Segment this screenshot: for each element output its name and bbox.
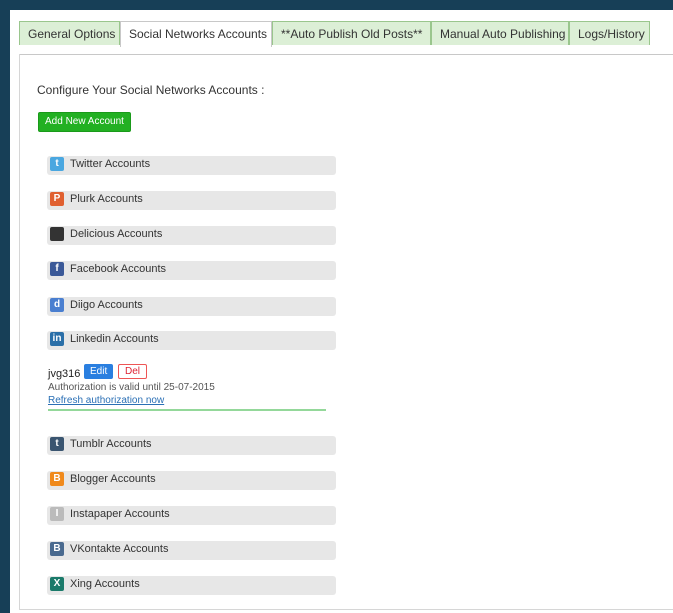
diigo-icon: d [50, 298, 64, 312]
tab-logs-history[interactable]: Logs/History [569, 21, 650, 45]
delicious-icon [50, 227, 64, 241]
account-section-instapaper[interactable]: I Instapaper Accounts [47, 506, 336, 525]
account-section-label: Delicious Accounts [70, 228, 163, 240]
account-section-label: VKontakte Accounts [70, 543, 169, 555]
tab-manual-auto-publishing[interactable]: Manual Auto Publishing [431, 21, 569, 45]
account-section-label: Xing Accounts [70, 578, 140, 590]
edit-account-button[interactable]: Edit [84, 364, 114, 379]
panel-heading: Configure Your Social Networks Accounts … [37, 83, 265, 97]
tab-social-networks-accounts[interactable]: Social Networks Accounts [120, 21, 272, 47]
account-section-label: Facebook Accounts [70, 263, 167, 275]
account-section-label: Twitter Accounts [70, 158, 151, 170]
account-section-twitter[interactable]: t Twitter Accounts [47, 156, 336, 175]
blogger-icon: B [50, 472, 64, 486]
authorization-note: Authorization is valid until 25-07-2015 [48, 382, 215, 393]
account-section-label: Linkedin Accounts [70, 333, 159, 345]
account-username: jvg316 [48, 368, 81, 380]
account-section-plurk[interactable]: P Plurk Accounts [47, 191, 336, 210]
tumblr-icon: t [50, 437, 64, 451]
account-section-blogger[interactable]: B Blogger Accounts [47, 471, 336, 490]
account-section-vkontakte[interactable]: B VKontakte Accounts [47, 541, 336, 560]
delete-account-button[interactable]: Del [118, 364, 148, 379]
social-accounts-panel: Configure Your Social Networks Accounts … [19, 54, 673, 610]
xing-icon: X [50, 577, 64, 591]
account-divider [48, 409, 326, 411]
instapaper-icon: I [50, 507, 64, 521]
add-new-account-button[interactable]: Add New Account [38, 112, 131, 132]
twitter-icon: t [50, 157, 64, 171]
account-section-diigo[interactable]: d Diigo Accounts [47, 297, 336, 316]
account-section-label: Blogger Accounts [70, 473, 156, 485]
linkedin-icon: in [50, 332, 64, 346]
account-section-facebook[interactable]: f Facebook Accounts [47, 261, 336, 280]
account-section-label: Tumblr Accounts [70, 438, 152, 450]
account-section-label: Plurk Accounts [70, 193, 143, 205]
facebook-icon: f [50, 262, 64, 276]
account-section-label: Diigo Accounts [70, 299, 143, 311]
account-section-tumblr[interactable]: t Tumblr Accounts [47, 436, 336, 455]
account-section-xing[interactable]: X Xing Accounts [47, 576, 336, 595]
account-section-delicious[interactable]: Delicious Accounts [47, 226, 336, 245]
tab-auto-publish-old-posts[interactable]: **Auto Publish Old Posts** [272, 21, 431, 45]
tab-bar: General Options Social Networks Accounts… [19, 21, 673, 55]
tab-general-options[interactable]: General Options [19, 21, 120, 45]
account-section-linkedin[interactable]: in Linkedin Accounts [47, 331, 336, 350]
plurk-icon: P [50, 192, 64, 206]
account-section-label: Instapaper Accounts [70, 508, 170, 520]
vkontakte-icon: B [50, 542, 64, 556]
refresh-authorization-link[interactable]: Refresh authorization now [48, 395, 164, 406]
plugin-settings-frame: General Options Social Networks Accounts… [10, 10, 673, 613]
